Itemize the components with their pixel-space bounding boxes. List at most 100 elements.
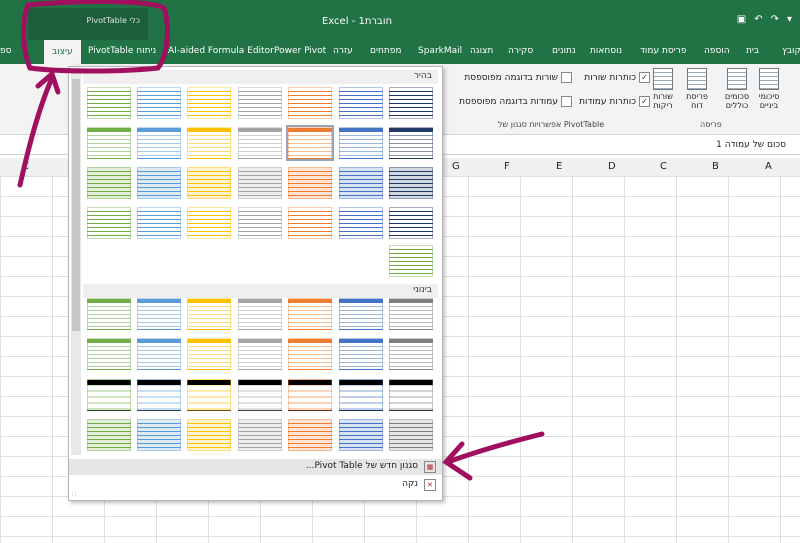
- style-tile[interactable]: [339, 87, 383, 119]
- style-tile[interactable]: [339, 379, 383, 411]
- undo-icon[interactable]: ↶: [754, 14, 762, 25]
- style-tile[interactable]: [238, 87, 282, 119]
- style-tile[interactable]: [389, 245, 433, 277]
- tab-6[interactable]: סקירה: [508, 46, 533, 56]
- style-tile[interactable]: [187, 127, 231, 159]
- column-header-0[interactable]: A: [765, 161, 772, 172]
- tab-7[interactable]: תצוגה: [470, 46, 493, 56]
- style-tile[interactable]: [339, 207, 383, 239]
- col-headers-option[interactable]: כותרות עמודות ✓: [579, 96, 650, 107]
- style-tile[interactable]: [389, 338, 433, 370]
- style-tile[interactable]: [389, 207, 433, 239]
- style-tile[interactable]: [87, 207, 131, 239]
- style-tile[interactable]: [288, 207, 332, 239]
- col-headers-checkbox[interactable]: ✓: [639, 96, 650, 107]
- style-tile[interactable]: [288, 338, 332, 370]
- style-tile[interactable]: [238, 338, 282, 370]
- style-tile[interactable]: [137, 207, 181, 239]
- column-header-3[interactable]: D: [608, 161, 616, 172]
- tab-13[interactable]: PivotTable ניתוח: [88, 46, 156, 56]
- row-headers-option[interactable]: כותרות שורות ✓: [584, 72, 650, 83]
- style-tile[interactable]: [288, 379, 332, 411]
- column-header-1[interactable]: B: [712, 161, 719, 172]
- style-tile[interactable]: [87, 298, 131, 330]
- style-tile[interactable]: [339, 298, 383, 330]
- tab-11[interactable]: Power Pivot: [274, 46, 326, 56]
- layout-button-3[interactable]: שורות ריקות: [646, 68, 680, 110]
- style-tile[interactable]: [187, 167, 231, 199]
- style-tile[interactable]: [87, 127, 131, 159]
- layout-button-1[interactable]: סכומים כוללים: [720, 68, 754, 110]
- style-tile[interactable]: [137, 167, 181, 199]
- style-tile[interactable]: [187, 207, 231, 239]
- style-tile[interactable]: [288, 167, 332, 199]
- style-tile[interactable]: [389, 87, 433, 119]
- column-header-2[interactable]: C: [660, 161, 667, 172]
- scroll-thumb[interactable]: [72, 79, 80, 331]
- style-tile[interactable]: [238, 127, 282, 159]
- style-tile[interactable]: [238, 379, 282, 411]
- row-headers-checkbox[interactable]: ✓: [639, 72, 650, 83]
- style-tile[interactable]: [87, 419, 131, 451]
- tab-12[interactable]: AI-aided Formula Editor: [168, 46, 274, 56]
- style-tile[interactable]: [238, 207, 282, 239]
- tab-4[interactable]: נוסחאות: [590, 46, 622, 56]
- style-tile[interactable]: [339, 127, 383, 159]
- style-tile[interactable]: [87, 379, 131, 411]
- new-pivot-style-item[interactable]: ...Pivot Table סגנון חדש של ▦: [69, 459, 442, 475]
- more-icon[interactable]: ▾: [787, 14, 792, 25]
- layout-button-2[interactable]: פריסת דוח: [680, 68, 714, 110]
- style-tile[interactable]: [187, 338, 231, 370]
- style-tile[interactable]: [187, 87, 231, 119]
- tab-2[interactable]: הוספה: [704, 46, 730, 56]
- tab-14[interactable]: עיצוב: [44, 40, 81, 64]
- resize-grip-icon[interactable]: ∷: [72, 490, 76, 498]
- style-tile[interactable]: [288, 298, 332, 330]
- column-header-5[interactable]: F: [504, 161, 510, 172]
- style-tile[interactable]: [288, 87, 332, 119]
- style-tile[interactable]: [87, 167, 131, 199]
- style-tile[interactable]: [238, 167, 282, 199]
- style-tile[interactable]: [238, 419, 282, 451]
- style-tile[interactable]: [137, 127, 181, 159]
- tab-9[interactable]: מפתחים: [370, 46, 402, 56]
- redo-icon[interactable]: ↷: [771, 14, 779, 25]
- style-tile[interactable]: [187, 419, 231, 451]
- tab-0[interactable]: קובץ: [782, 46, 800, 56]
- layout-button-0[interactable]: סיכומי ביניים: [752, 68, 786, 110]
- style-tile[interactable]: [339, 419, 383, 451]
- style-tile[interactable]: [389, 167, 433, 199]
- tab-3[interactable]: פריסת עמוד: [640, 46, 686, 56]
- style-tile[interactable]: [389, 419, 433, 451]
- style-tile[interactable]: [87, 338, 131, 370]
- tab-8[interactable]: SparkMail: [418, 46, 462, 56]
- style-tile[interactable]: [389, 379, 433, 411]
- style-tile[interactable]: [87, 87, 131, 119]
- tab-1[interactable]: בית: [746, 46, 759, 56]
- style-tile[interactable]: [389, 127, 433, 159]
- style-tile[interactable]: [137, 338, 181, 370]
- banded-cols-checkbox[interactable]: [561, 96, 572, 107]
- style-tile[interactable]: [187, 379, 231, 411]
- style-tile[interactable]: [389, 298, 433, 330]
- clear-style-item[interactable]: נקה ✕: [69, 477, 442, 493]
- gallery-scrollbar[interactable]: [71, 69, 81, 455]
- style-tile[interactable]: [137, 87, 181, 119]
- column-header-6[interactable]: G: [452, 161, 460, 172]
- style-tile[interactable]: [187, 298, 231, 330]
- tab-5[interactable]: נתונים: [552, 46, 576, 56]
- banded-rows-checkbox[interactable]: [561, 72, 572, 83]
- style-tile[interactable]: [288, 419, 332, 451]
- tab-15[interactable]: ספ: [0, 46, 11, 56]
- banded-rows-option[interactable]: שורות בדוגמה מפוספסת: [464, 72, 572, 83]
- style-tile[interactable]: [137, 298, 181, 330]
- tab-10[interactable]: עזרה: [333, 46, 353, 56]
- style-tile[interactable]: [339, 167, 383, 199]
- style-tile[interactable]: [339, 338, 383, 370]
- column-header-7[interactable]: C: [22, 161, 29, 172]
- style-tile[interactable]: [238, 298, 282, 330]
- style-tile[interactable]: [286, 125, 334, 161]
- column-header-4[interactable]: E: [556, 161, 562, 172]
- style-tile[interactable]: [137, 379, 181, 411]
- style-tile[interactable]: [137, 419, 181, 451]
